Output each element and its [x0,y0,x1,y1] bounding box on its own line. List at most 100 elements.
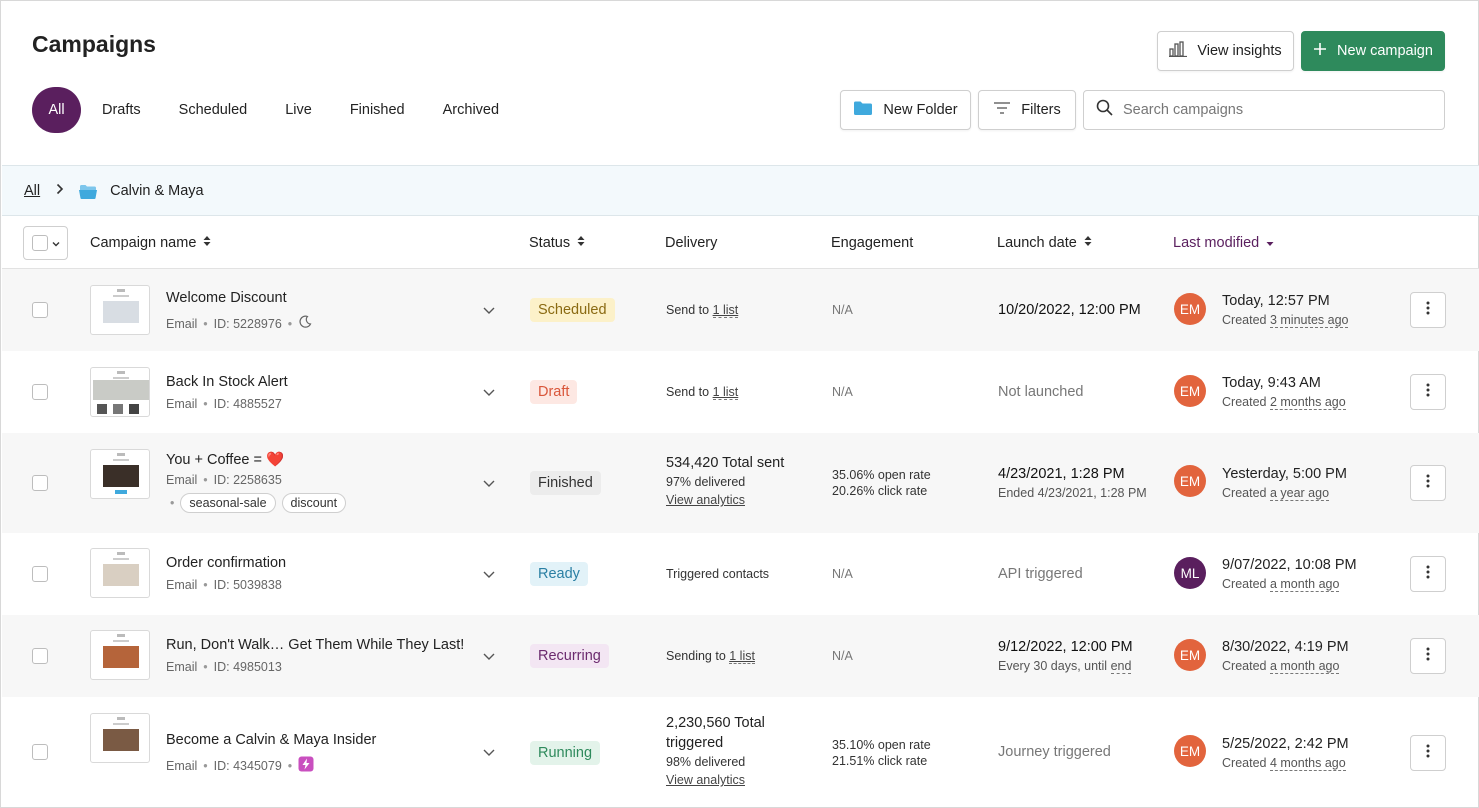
select-all-checkbox[interactable] [31,235,48,251]
open-rate: 35.06% open rate [832,468,931,482]
open-rate: 35.10% open rate [832,738,931,752]
expand-chevron-icon[interactable] [482,476,496,490]
campaign-name[interactable]: You + Coffee = ❤️ [166,451,284,468]
open-folder-icon [78,182,98,200]
row-actions-button[interactable] [1410,465,1446,501]
last-modified: 5/25/2022, 2:42 PM Created 4 months ago [1222,736,1349,771]
campaign-name[interactable]: Run, Don't Walk… Get Them While They Las… [166,637,464,653]
expand-chevron-icon[interactable] [482,567,496,581]
launch-date: Not launched [998,384,1084,400]
engagement-value: N/A [832,303,853,317]
new-campaign-label: New campaign [1337,43,1433,59]
table-row[interactable]: Back In Stock Alert Email • ID: 4885527 D… [2,351,1479,433]
row-checkbox[interactable] [32,648,48,664]
row-checkbox[interactable] [32,744,48,760]
campaign-name[interactable]: Become a Calvin & Maya Insider [166,732,376,748]
table-row[interactable]: You + Coffee = ❤️ Email • ID: 2258635 • s… [2,433,1479,533]
avatar: EM [1174,465,1206,497]
tab-all[interactable]: All [32,87,81,133]
launch-date: API triggered [998,566,1083,582]
status-badge: Running [530,741,601,765]
campaign-id: ID: 5039838 [213,578,282,592]
launch-info: 4/23/2021, 1:28 PM Ended 4/23/2021, 1:28… [998,464,1147,502]
list-link[interactable]: 1 list [712,385,739,400]
campaign-id: ID: 4985013 [213,660,282,674]
search-icon [1096,99,1113,121]
list-link[interactable]: 1 list [729,649,755,664]
new-folder-button[interactable]: New Folder [840,90,971,130]
more-vertical-icon [1426,474,1430,493]
campaign-id: ID: 4345079 [213,758,282,773]
tab-archived[interactable]: Archived [424,87,518,133]
column-label: Delivery [665,234,718,251]
column-status[interactable]: Status [529,216,585,269]
select-all-dropdown[interactable] [23,226,68,260]
campaign-meta: Email • ID: 4985013 [166,660,282,674]
table-row[interactable]: Order confirmation Email • ID: 5039838 Re… [2,533,1479,615]
status-badge: Recurring [530,644,609,668]
tag-chip[interactable]: seasonal-sale [180,493,276,513]
row-actions-button[interactable] [1410,638,1446,674]
last-modified: 9/07/2022, 10:08 PM Created a month ago [1222,557,1357,592]
delivery-info: Send to 1 list [666,303,739,318]
row-actions-button[interactable] [1410,556,1446,592]
click-rate: 20.26% click rate [832,484,928,498]
row-checkbox[interactable] [32,302,48,318]
bar-chart-icon [1169,41,1188,61]
view-analytics-link[interactable]: View analytics [666,493,745,507]
table-row[interactable]: Run, Don't Walk… Get Them While They Las… [2,615,1479,697]
campaign-name[interactable]: Welcome Discount [166,290,287,306]
campaign-meta: Email • ID: 4885527 [166,397,282,411]
campaign-id: ID: 5228976 [213,316,282,331]
modified-time: Today, 12:57 PM [1222,293,1330,309]
row-actions-button[interactable] [1410,735,1446,771]
tab-drafts[interactable]: Drafts [83,87,160,133]
tab-live[interactable]: Live [266,87,331,133]
column-launch-date[interactable]: Launch date [997,216,1092,269]
row-checkbox[interactable] [32,475,48,491]
row-checkbox[interactable] [32,384,48,400]
row-actions-button[interactable] [1410,292,1446,328]
engagement-value: N/A [832,649,853,663]
launch-date: 4/23/2021, 1:28 PM [998,466,1125,482]
campaign-type: Email [166,660,198,674]
row-actions-button[interactable] [1410,374,1446,410]
table-row[interactable]: Become a Calvin & Maya Insider Email • ID… [2,697,1479,807]
table-header: Campaign name Status Delivery Engagement… [2,216,1479,269]
view-insights-label: View insights [1197,43,1282,59]
tag-chip[interactable]: discount [281,493,347,513]
new-campaign-button[interactable]: New campaign [1301,31,1445,71]
expand-chevron-icon[interactable] [482,649,496,663]
delivery-total-cont: triggered [666,735,724,751]
column-last-modified[interactable]: Last modified [1173,216,1274,269]
filters-button[interactable]: Filters [978,90,1076,130]
email-thumbnail [90,449,150,499]
search-box [1083,90,1445,130]
row-checkbox[interactable] [32,566,48,582]
launch-date: 9/12/2022, 12:00 PM [998,639,1133,655]
search-input[interactable] [1123,102,1423,118]
view-insights-button[interactable]: View insights [1157,31,1294,71]
tab-scheduled[interactable]: Scheduled [160,87,267,133]
column-engagement: Engagement [831,216,913,269]
tab-finished[interactable]: Finished [331,87,424,133]
list-link[interactable]: 1 list [712,303,739,318]
status-badge: Draft [530,380,578,404]
table-row[interactable]: Welcome Discount Email • ID: 5228976 • Sch… [2,269,1479,351]
created-relative: a year ago [1269,486,1330,501]
campaign-name[interactable]: Back In Stock Alert [166,374,288,390]
recurrence-end-link[interactable]: end [1110,659,1132,674]
created-relative: 3 minutes ago [1269,313,1349,328]
breadcrumb-all-link[interactable]: All [24,183,40,199]
modified-time: Today, 9:43 AM [1222,375,1321,391]
expand-chevron-icon[interactable] [482,303,496,317]
expand-chevron-icon[interactable] [482,745,496,759]
campaign-type: Email [166,316,198,331]
view-analytics-link[interactable]: View analytics [666,773,745,787]
status-badge: Finished [530,471,601,495]
column-campaign-name[interactable]: Campaign name [90,216,211,269]
column-label: Launch date [997,234,1077,251]
campaign-type: Email [166,473,198,487]
campaign-name[interactable]: Order confirmation [166,555,286,571]
expand-chevron-icon[interactable] [482,385,496,399]
